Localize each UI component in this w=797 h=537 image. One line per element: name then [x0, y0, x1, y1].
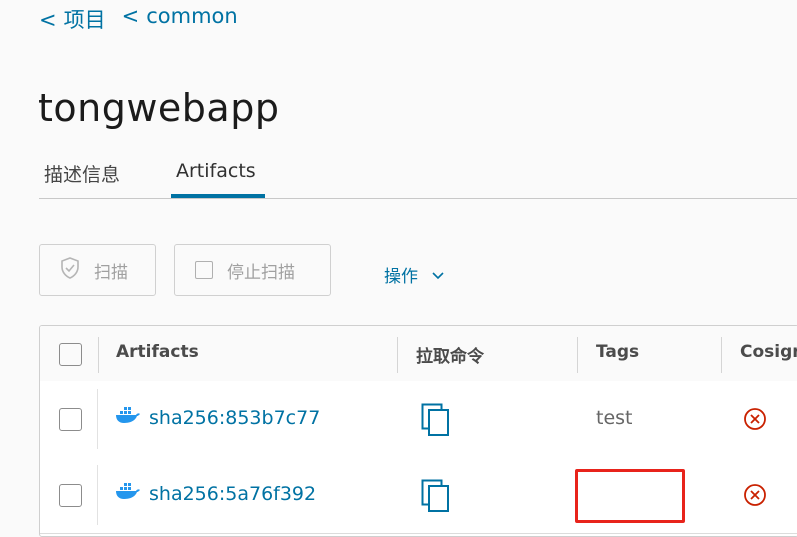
scan-button-label: 扫描 — [94, 262, 128, 283]
copy-icon[interactable] — [421, 403, 451, 441]
breadcrumb: < 项目 < common — [39, 4, 238, 34]
artifact-digest: sha256:853b7c77 — [149, 406, 321, 429]
actions-label: 操作 — [384, 267, 418, 287]
active-tab-indicator — [171, 194, 265, 198]
actions-dropdown[interactable]: 操作 — [384, 262, 444, 287]
table-header: Artifacts 拉取命令 Tags Cosign — [40, 326, 797, 382]
close-circle-icon — [743, 483, 767, 511]
table-row: sha256:853b7c77 test — [40, 381, 797, 458]
column-header-pull-command[interactable]: 拉取命令 — [416, 342, 484, 367]
column-divider[interactable] — [721, 337, 722, 373]
shield-icon — [60, 256, 80, 284]
docker-icon — [115, 406, 141, 429]
breadcrumb-label: 项目 — [63, 8, 106, 32]
breadcrumb-common[interactable]: < common — [122, 4, 238, 34]
row-divider — [97, 389, 98, 449]
column-divider — [98, 337, 99, 373]
artifact-digest-link[interactable]: sha256:853b7c77 — [115, 406, 320, 429]
stop-square-icon — [195, 261, 213, 279]
stop-scan-button-label: 停止扫描 — [227, 262, 295, 283]
column-header-cosign[interactable]: Cosign — [740, 342, 797, 362]
row-divider — [97, 465, 98, 525]
select-all-checkbox[interactable] — [59, 343, 82, 366]
tag-label: test — [596, 407, 633, 429]
copy-icon[interactable] — [421, 479, 451, 517]
column-header-tags[interactable]: Tags — [596, 342, 639, 362]
tab-bar: 描述信息 Artifacts — [39, 150, 797, 199]
artifact-digest-link[interactable]: sha256:5a76f392 — [115, 482, 316, 505]
breadcrumb-separator: < — [39, 8, 57, 32]
row-checkbox[interactable] — [59, 484, 82, 507]
highlight-annotation-box — [575, 469, 685, 523]
row-checkbox[interactable] — [59, 408, 82, 431]
stop-scan-button[interactable]: 停止扫描 — [174, 244, 331, 296]
breadcrumb-label: common — [146, 4, 238, 28]
tab-description[interactable]: 描述信息 — [44, 160, 120, 187]
breadcrumb-projects[interactable]: < 项目 — [39, 4, 106, 34]
close-circle-icon — [743, 407, 767, 435]
column-divider[interactable] — [577, 337, 578, 373]
artifact-digest: sha256:5a76f392 — [149, 482, 317, 505]
page-title: tongwebapp — [38, 86, 280, 130]
column-divider[interactable] — [397, 337, 398, 373]
docker-icon — [115, 482, 141, 505]
scan-button[interactable]: 扫描 — [39, 244, 156, 296]
chevron-down-icon — [432, 265, 444, 285]
breadcrumb-separator: < — [121, 4, 140, 28]
column-header-artifacts[interactable]: Artifacts — [116, 342, 199, 362]
tab-artifacts[interactable]: Artifacts — [176, 160, 256, 182]
